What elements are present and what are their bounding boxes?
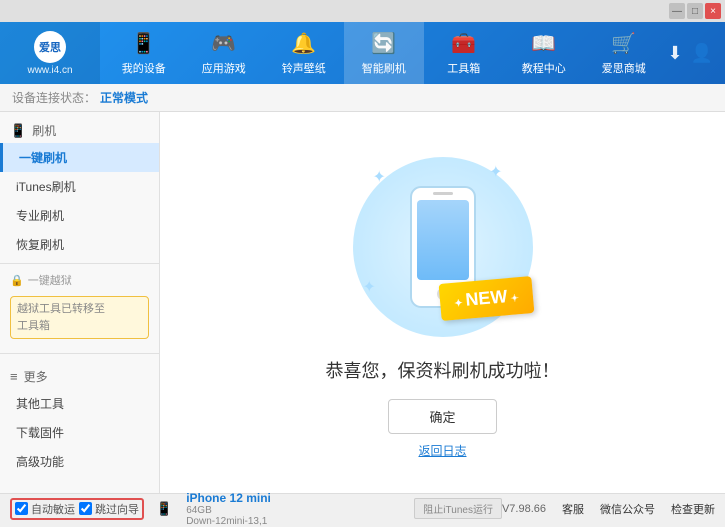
bottom-bar: 自动敏运 跳过向导 📱 iPhone 12 mini 64GB Down-12m… (0, 493, 725, 523)
sidebar-section-more-title: ≡ 更多 (0, 364, 159, 389)
sidebar-flash-section: 📱 刷机 一键刷机 iTunes刷机 专业刷机 恢复刷机 🔒 (0, 112, 159, 349)
sidebar-warning-box: 越狱工具已转移至工具箱 (10, 296, 149, 339)
sidebar-item-itunes-flash[interactable]: iTunes刷机 (0, 172, 159, 201)
nav-smart-flash[interactable]: 🔄 智能刷机 (344, 22, 424, 84)
status-bar: 设备连接状态： 正常模式 (0, 84, 725, 112)
flash-section-label: 刷机 (32, 122, 56, 139)
nav-right-actions: ⬇ 👤 (667, 43, 725, 64)
title-bar: — □ × (0, 0, 725, 22)
sidebar-item-one-click-flash[interactable]: 一键刷机 (0, 143, 159, 172)
nav-ringtone-label: 铃声壁纸 (282, 60, 326, 76)
checkbox-group: 自动敏运 跳过向导 (10, 498, 144, 520)
sidebar-item-other-tools[interactable]: 其他工具 (0, 389, 159, 418)
main-content: ✦ ✦ ✦ (160, 112, 725, 493)
success-illustration: ✦ ✦ ✦ (343, 147, 543, 347)
sparkle-bottom-left: ✦ (363, 277, 376, 297)
sidebar-item-pro-flash[interactable]: 专业刷机 (0, 201, 159, 230)
nav-items: 📱 我的设备 🎮 应用游戏 🔔 铃声壁纸 🔄 智能刷机 🧰 工具箱 📖 教程中心… (100, 22, 667, 84)
sparkle-top-right: ✦ (489, 162, 502, 182)
bottom-left: 自动敏运 跳过向导 📱 iPhone 12 mini 64GB Down-12m… (10, 491, 502, 527)
sidebar: 📱 刷机 一键刷机 iTunes刷机 专业刷机 恢复刷机 🔒 (0, 112, 160, 493)
checkbox-skip-wizard[interactable]: 跳过向导 (79, 501, 139, 517)
success-title: 恭喜您，保资料刷机成功啦！ (326, 357, 560, 383)
ringtone-icon: 🔔 (291, 31, 316, 56)
nav-my-device-label: 我的设备 (122, 60, 166, 76)
device-phone-icon: 📱 (156, 501, 172, 517)
sidebar-locked-jailbreak: 🔒 一键越狱 (0, 268, 159, 292)
status-label: 设备连接状态： (12, 89, 96, 106)
version-text: V7.98.66 (502, 503, 546, 515)
nav-smart-flash-label: 智能刷机 (362, 60, 406, 76)
wechat-link[interactable]: 微信公众号 (600, 501, 655, 517)
bottom-right: V7.98.66 客服 微信公众号 检查更新 (502, 501, 715, 517)
shop-icon: 🛒 (611, 31, 636, 56)
auto-detect-label: 自动敏运 (31, 501, 75, 517)
confirm-button[interactable]: 确定 (388, 399, 496, 434)
checkbox-auto-detect[interactable]: 自动敏运 (15, 501, 75, 517)
sidebar-divider-1 (0, 263, 159, 264)
nav-tutorials[interactable]: 📖 教程中心 (504, 22, 584, 84)
nav-ringtone[interactable]: 🔔 铃声壁纸 (264, 22, 344, 84)
itunes-bar: 阻止iTunes运行 (414, 498, 502, 519)
apps-icon: 🎮 (211, 31, 236, 56)
device-storage: 64GB (186, 505, 271, 516)
status-value: 正常模式 (100, 89, 148, 106)
sparkle-top-left: ✦ (373, 167, 386, 187)
logo-url: www.i4.cn (27, 65, 72, 76)
my-device-icon: 📱 (131, 31, 156, 56)
smart-flash-icon: 🔄 (371, 31, 396, 56)
tutorials-icon: 📖 (531, 31, 556, 56)
itunes-label: 阻止iTunes运行 (423, 501, 493, 516)
locked-label: 一键越狱 (28, 272, 72, 288)
nav-tutorials-label: 教程中心 (522, 60, 566, 76)
device-name: iPhone 12 mini (186, 491, 271, 505)
nav-my-device[interactable]: 📱 我的设备 (104, 22, 184, 84)
auto-detect-checkbox[interactable] (15, 502, 28, 515)
header: 爱思 www.i4.cn 📱 我的设备 🎮 应用游戏 🔔 铃声壁纸 🔄 智能刷机… (0, 22, 725, 84)
sidebar-section-flash-title: 📱 刷机 (0, 118, 159, 143)
skip-wizard-checkbox[interactable] (79, 502, 92, 515)
nav-apps[interactable]: 🎮 应用游戏 (184, 22, 264, 84)
lock-icon: 🔒 (10, 274, 24, 287)
sidebar-more-section: ≡ 更多 其他工具 下载固件 高级功能 (0, 358, 159, 482)
maximize-button[interactable]: □ (687, 3, 703, 19)
logo: 爱思 www.i4.cn (0, 22, 100, 84)
new-badge: NEW (438, 276, 534, 321)
skip-wizard-label: 跳过向导 (95, 501, 139, 517)
more-section-label: 更多 (24, 368, 48, 385)
sidebar-divider-2 (0, 353, 159, 354)
sidebar-item-advanced[interactable]: 高级功能 (0, 447, 159, 476)
device-info: iPhone 12 mini 64GB Down-12mini-13,1 (186, 491, 271, 527)
back-link[interactable]: 返回日志 (418, 442, 466, 459)
flash-section-icon: 📱 (10, 123, 26, 139)
sidebar-item-download-firmware[interactable]: 下载固件 (0, 418, 159, 447)
check-update-link[interactable]: 检查更新 (671, 501, 715, 517)
tools-icon: 🧰 (451, 31, 476, 56)
close-button[interactable]: × (705, 3, 721, 19)
sidebar-item-restore-flash[interactable]: 恢复刷机 (0, 230, 159, 259)
device-version: Down-12mini-13,1 (186, 516, 271, 527)
user-button[interactable]: 👤 (691, 43, 713, 64)
download-button[interactable]: ⬇ (667, 43, 682, 64)
minimize-button[interactable]: — (669, 3, 685, 19)
nav-shop-label: 爱思商城 (602, 60, 646, 76)
nav-tools-label: 工具箱 (447, 60, 480, 76)
logo-icon: 爱思 (34, 31, 66, 63)
nav-tools[interactable]: 🧰 工具箱 (424, 22, 504, 84)
service-link[interactable]: 客服 (562, 501, 584, 517)
nav-shop[interactable]: 🛒 爱思商城 (584, 22, 664, 84)
more-section-icon: ≡ (10, 369, 18, 384)
nav-apps-label: 应用游戏 (202, 60, 246, 76)
warning-text: 越狱工具已转移至工具箱 (17, 303, 105, 332)
